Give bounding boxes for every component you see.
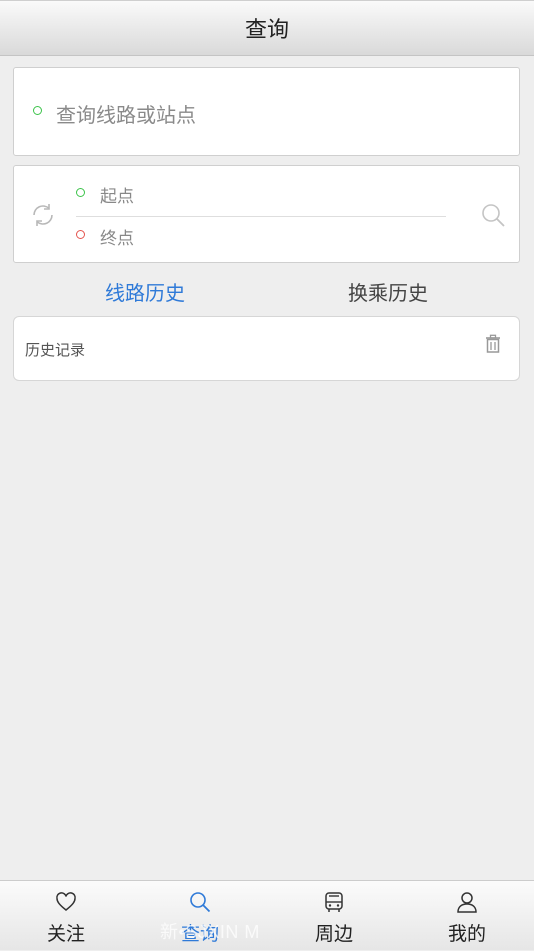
end-point-field[interactable]: 终点: [76, 224, 446, 258]
nav-mine-label: 我的: [447, 923, 486, 945]
user-icon: [457, 892, 477, 913]
watermark-text: 新•SJXIN M: [160, 922, 260, 942]
start-dot-icon: [76, 188, 85, 197]
nav-follow-label: 关注: [46, 923, 85, 945]
route-search-icon[interactable]: [480, 202, 506, 232]
tab-line-history[interactable]: 线路历史: [105, 277, 185, 306]
route-planner-card: 起点 终点: [13, 165, 520, 263]
start-point-label: 起点: [100, 187, 134, 207]
end-point-label: 终点: [100, 229, 134, 249]
nav-nearby[interactable]: 周边: [284, 881, 384, 951]
history-record-card: 历史记录: [13, 316, 520, 381]
nav-nearby-label: 周边: [314, 923, 353, 945]
trash-icon[interactable]: [484, 334, 502, 358]
title-bar: 查询: [0, 0, 534, 56]
search-icon: [190, 892, 211, 913]
search-placeholder: 查询线路或站点: [56, 103, 196, 127]
start-point-field[interactable]: 起点: [76, 182, 446, 217]
end-dot-icon: [76, 230, 85, 239]
heart-icon: [56, 892, 76, 911]
bus-icon: [325, 892, 343, 912]
swap-icon[interactable]: [30, 202, 56, 232]
nav-mine[interactable]: 我的: [417, 881, 517, 951]
tab-transfer-history[interactable]: 换乘历史: [348, 277, 428, 306]
nav-follow[interactable]: 关注: [16, 881, 116, 951]
history-record-label: 历史记录: [25, 341, 86, 359]
bottom-tab-bar: 关注 查询 周边 我的: [0, 880, 534, 950]
green-dot-icon: [33, 106, 42, 115]
page-title: 查询: [244, 18, 289, 43]
line-or-stop-search-box[interactable]: 查询线路或站点: [13, 67, 520, 156]
